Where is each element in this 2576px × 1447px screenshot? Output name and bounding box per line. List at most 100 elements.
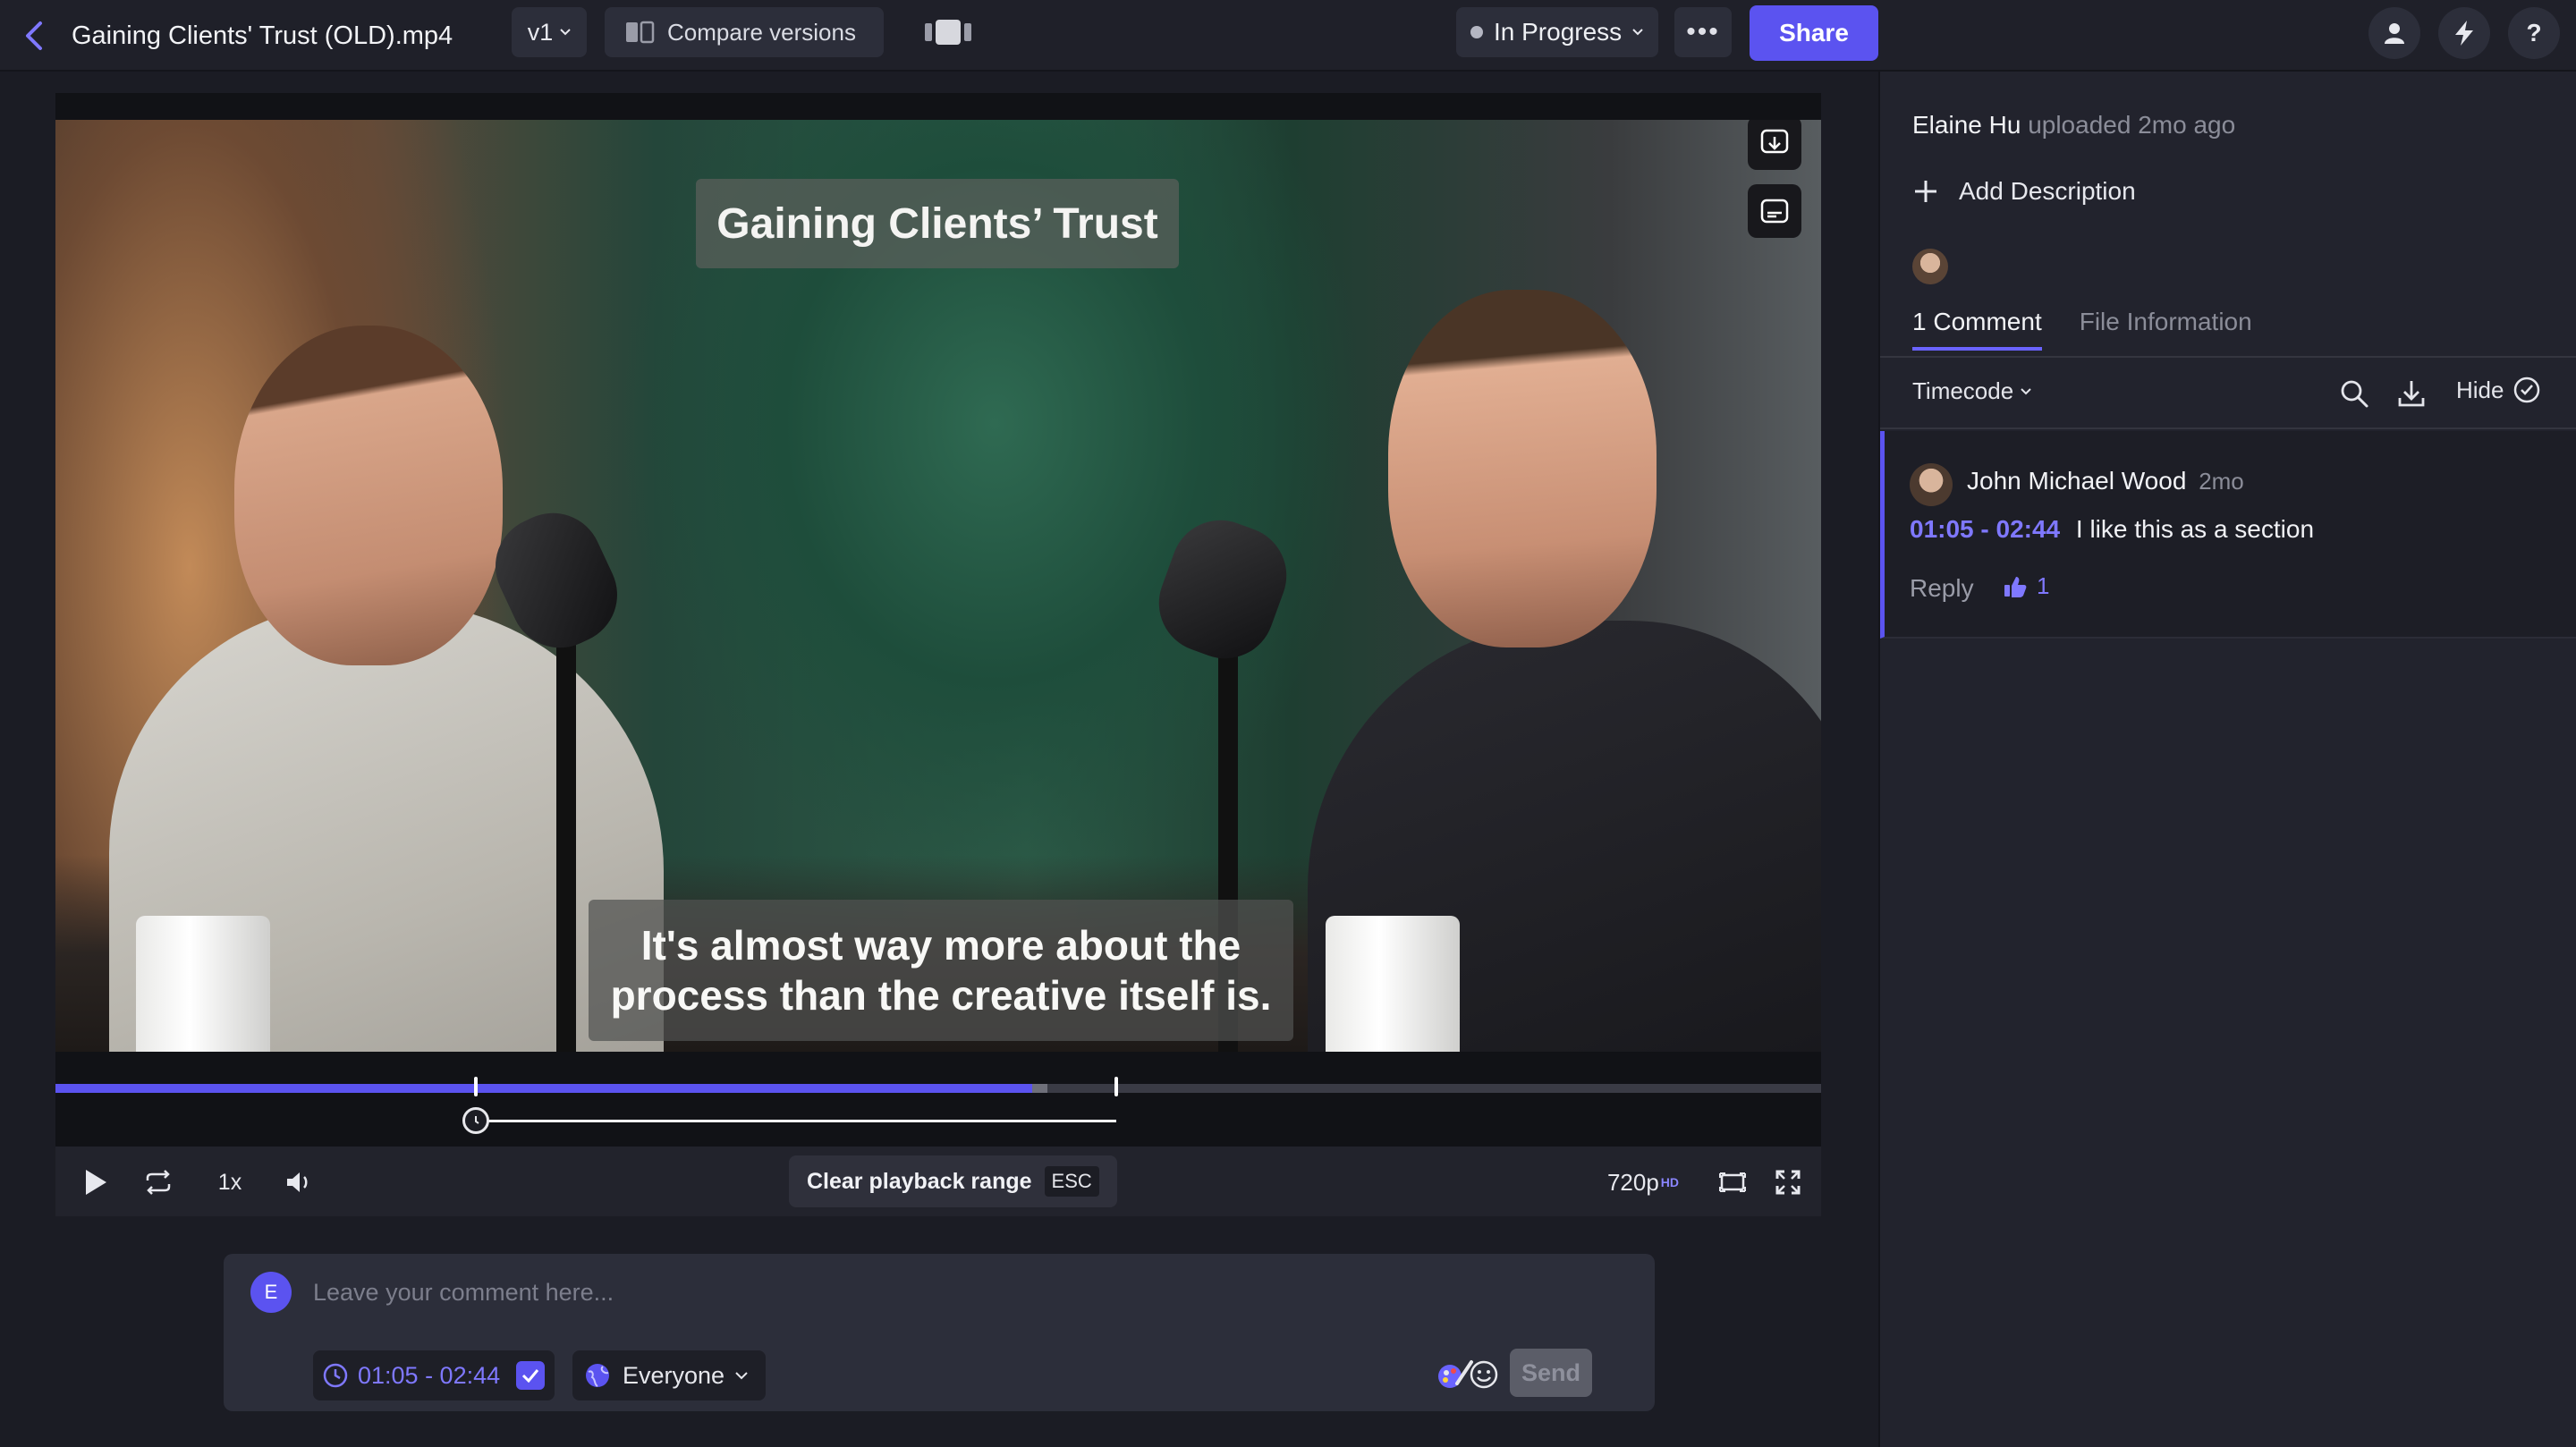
video-scene-cup [1326,916,1460,1052]
comments-panel: Elaine Hu uploaded 2mo ago Add Descripti… [1878,72,2576,1447]
user-icon [2385,23,2404,44]
comment-composer: E 01:05 - 02:44 Everyone [224,1254,1655,1411]
player-controls: 1x Clear playback range ESC 720p HD [55,1145,1821,1216]
comment-author: John Michael Wood [1967,467,2187,495]
hide-completed-toggle[interactable]: Hide [2456,376,2541,404]
globe-icon [586,1364,609,1387]
file-title: Gaining Clients' Trust (OLD).mp4 [72,21,453,50]
aspect-ratio-icon [1719,1172,1746,1192]
uploader-name: Elaine Hu [1912,111,2021,139]
download-icon [2398,381,2425,407]
uploader-meta: uploaded 2mo ago [2028,111,2236,139]
range-end-marker[interactable] [1114,1077,1119,1096]
thumbs-up-icon [2004,576,2027,597]
clock-icon [474,1116,479,1124]
compare-versions-button[interactable]: Compare versions [605,7,884,57]
status-dropdown[interactable]: In Progress [1456,7,1658,57]
range-handle[interactable] [462,1107,489,1134]
comment-range-chip[interactable]: 01:05 - 02:44 [313,1350,555,1400]
play-button[interactable] [73,1147,118,1218]
range-start-marker[interactable] [473,1077,478,1096]
fullscreen-button[interactable] [1766,1147,1810,1218]
account-button[interactable] [2368,7,2420,59]
theater-mode-button[interactable] [1710,1147,1755,1218]
audience-label: Everyone [623,1361,725,1389]
play-icon [86,1170,106,1195]
comment-range-line [475,1120,1117,1122]
comment-range-link[interactable]: 01:05 - 02:44 [1910,515,2060,543]
like-count: 1 [2037,572,2050,599]
volume-button[interactable] [277,1147,322,1218]
subtitle-line: It's almost way more about the [640,922,1241,969]
quality-selector[interactable]: 720p HD [1594,1147,1692,1218]
comment-author-avatar [1910,463,1953,506]
clear-playback-range-button[interactable]: Clear playback range ESC [789,1155,1117,1207]
more-options-button[interactable]: ••• [1674,7,1732,57]
comment-header: John Michael Wood 2mo [1967,467,2244,495]
video-frame[interactable]: Gaining Clients’ Trust It's almost way m… [55,120,1821,1052]
download-comments-button[interactable] [2392,374,2431,413]
clock-icon [323,1363,348,1388]
video-scene-mic-stand [556,585,576,1052]
compare-versions-label: Compare versions [667,18,856,46]
range-checkbox[interactable] [516,1361,546,1390]
timeline-progress [55,1084,1032,1093]
comment-text: I like this as a section [2075,515,2315,543]
viewer-avatar [1912,249,1948,284]
plus-icon [1912,178,1939,205]
subtitle-caption: It's almost way more about the process t… [589,900,1293,1041]
status-label: In Progress [1494,18,1623,46]
chevron-down-icon [2021,387,2031,394]
uploader-info: Elaine Hu uploaded 2mo ago [1912,111,2235,140]
panel-tabs: 1 Comment File Information [1912,308,2252,351]
add-description-button[interactable]: Add Description [1912,177,2136,206]
back-arrow-icon[interactable] [14,16,54,55]
loop-icon [146,1170,171,1195]
captions-icon [1760,199,1789,224]
video-title-caption: Gaining Clients’ Trust [696,179,1179,268]
comment-item[interactable]: John Michael Wood 2mo 01:05 - 02:44 I li… [1880,431,2576,639]
check-circle-icon [2514,377,2540,403]
compare-icon [626,21,655,44]
user-avatar: E [250,1272,292,1313]
hide-label: Hide [2456,376,2504,403]
like-button[interactable]: 1 [2003,572,2049,600]
send-button[interactable]: Send [1510,1349,1592,1397]
reply-button[interactable]: Reply [1910,574,1974,603]
audience-dropdown[interactable]: Everyone [572,1350,766,1400]
volume-icon [287,1172,308,1192]
clear-playback-range-label: Clear playback range [807,1168,1032,1194]
comments-toolbar: Timecode Hide [1880,358,2576,429]
tab-file-information[interactable]: File Information [2080,308,2252,351]
sort-dropdown[interactable]: Timecode [1912,377,2031,405]
top-bar: Gaining Clients' Trust (OLD).mp4 v1 Comp… [0,0,2576,72]
filmstrip-icon [925,20,971,45]
emoji-button[interactable] [1462,1352,1506,1397]
hd-badge: HD [1660,1175,1680,1189]
version-dropdown[interactable]: v1 [512,7,587,57]
loop-button[interactable] [136,1147,181,1218]
share-button[interactable]: Share [1750,5,1878,61]
video-scene-person-right-head [1388,290,1657,647]
sort-label: Timecode [1912,377,2014,404]
quality-label: 720p [1606,1168,1659,1196]
integrations-button[interactable] [2438,7,2490,59]
timeline-track[interactable] [55,1084,1821,1093]
search-button[interactable] [2334,374,2374,413]
download-frame-button[interactable] [1748,120,1801,170]
captions-toggle-button[interactable] [1748,184,1801,238]
view-mode-toggle[interactable] [921,16,975,48]
subtitle-line: process than the creative itself is. [610,972,1272,1019]
video-scene-cup [136,916,270,1052]
composer-spacer [1485,1254,1486,1255]
comment-input[interactable] [313,1270,1619,1315]
more-icon: ••• [1686,17,1720,47]
playback-speed-button[interactable]: 1x [208,1147,252,1218]
help-button[interactable]: ? [2508,7,2560,59]
video-scene-person-left-head [234,326,503,665]
comment-body: 01:05 - 02:44 I like this as a section [1910,515,2314,544]
tab-comments[interactable]: 1 Comment [1912,308,2042,351]
fullscreen-icon [1775,1170,1801,1195]
chevron-down-icon [1632,29,1643,36]
video-player: Gaining Clients’ Trust It's almost way m… [55,93,1821,1216]
